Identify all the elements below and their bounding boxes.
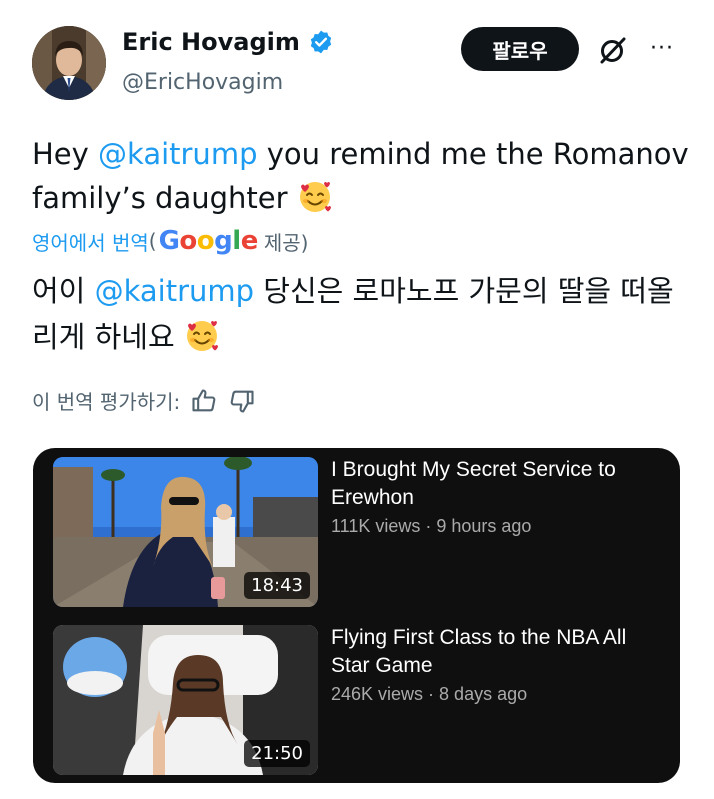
rate-translation-label: 이 번역 평가하기:	[32, 390, 181, 414]
video-duration: 21:50	[244, 740, 310, 767]
follow-button[interactable]: 팔로우	[461, 27, 579, 71]
rate-translation-row: 이 번역 평가하기:	[32, 386, 256, 415]
provided-label: 제공)	[263, 230, 309, 255]
thumbs-down-icon[interactable]	[228, 387, 256, 415]
tweet-text: Hey @kaitrump you remind me the Romanov …	[32, 132, 692, 220]
author-name[interactable]: Eric Hovagim	[122, 28, 300, 56]
translated-from-link[interactable]: 영어에서 번역	[32, 227, 149, 256]
smiling-face-with-hearts-icon	[297, 178, 333, 214]
translated-mention-link[interactable]: @kaitrump	[95, 274, 254, 308]
video-thumbnail[interactable]: 21:50	[53, 625, 318, 775]
video-duration: 18:43	[244, 572, 310, 599]
google-logo: Google	[158, 226, 259, 256]
mention-link[interactable]: @kaitrump	[98, 137, 257, 171]
verified-badge-icon	[308, 29, 334, 55]
video-meta: 111K views · 9 hours ago	[331, 516, 532, 536]
translated-text-part1: 어이	[32, 274, 95, 308]
tweet-text-part1: Hey	[32, 137, 99, 171]
more-options-icon[interactable]: ···	[650, 36, 674, 61]
translated-text: 어이 @kaitrump 당신은 로마노프 가문의 딸을 떠올리게 하네요	[32, 268, 692, 360]
video-card[interactable]: 18:43 I Brought My Secret Service to Ere…	[33, 448, 680, 783]
translation-attribution: 영어에서 번역 ( Google 제공)	[32, 226, 308, 256]
video-meta: 246K views · 8 days ago	[331, 684, 528, 704]
grok-icon[interactable]	[597, 34, 629, 66]
video-title[interactable]: Flying First Class to the NBA All Star G…	[331, 624, 661, 680]
avatar[interactable]	[32, 26, 106, 100]
video-title[interactable]: I Brought My Secret Service to Erewhon	[331, 456, 661, 512]
smiling-face-with-hearts-icon	[184, 317, 220, 353]
thumbs-up-icon[interactable]	[190, 387, 218, 415]
author-handle[interactable]: @EricHovagim	[122, 70, 283, 95]
paren-open: (	[148, 229, 157, 253]
video-thumbnail[interactable]: 18:43	[53, 457, 318, 607]
